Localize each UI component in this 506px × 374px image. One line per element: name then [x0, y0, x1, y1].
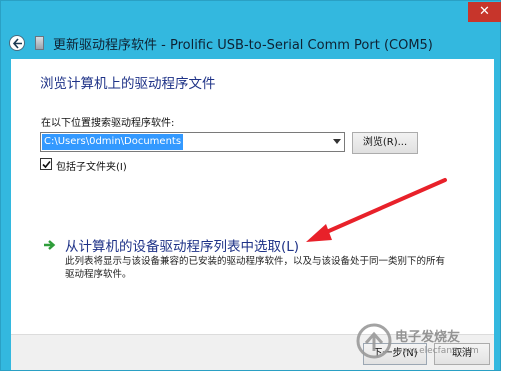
back-arrow-icon	[12, 38, 22, 49]
usb-drive-icon	[35, 36, 44, 50]
wizard-content: 浏览计算机上的驱动程序文件 在以下位置搜索驱动程序软件: C:\Users\0d…	[11, 59, 494, 334]
green-arrow-icon	[44, 240, 56, 250]
chevron-down-icon[interactable]	[333, 139, 341, 144]
watermark-url: www.elecfans.com	[395, 346, 479, 356]
close-button[interactable]: ✕	[468, 2, 501, 22]
watermark-logo-icon	[356, 323, 392, 359]
window-title: 更新驱动程序软件 - Prolific USB-to-Serial Comm P…	[53, 38, 433, 53]
include-subfolders-label[interactable]: 包括子文件夹(I)	[56, 158, 127, 173]
watermark-text: 电子发烧友	[395, 330, 461, 345]
include-subfolders-checkbox[interactable]	[40, 158, 52, 170]
watermark: 电子发烧友 www.elecfans.com	[353, 318, 495, 364]
title-bar: 更新驱动程序软件 - Prolific USB-to-Serial Comm P…	[1, 23, 502, 59]
update-driver-window: ✕ 更新驱动程序软件 - Prolific USB-to-Serial Comm…	[0, 0, 501, 371]
pick-from-list-description: 此列表将显示与该设备兼容的已安装的驱动程序软件，以及与该设备处于同一类别下的所有…	[65, 256, 446, 280]
back-button[interactable]	[9, 35, 25, 51]
path-input-value[interactable]: C:\Users\0dmin\Documents	[42, 134, 184, 150]
pick-from-list-link[interactable]: 从计算机的设备驱动程序列表中选取(L)	[65, 235, 299, 255]
search-location-label: 在以下位置搜索驱动程序软件:	[41, 118, 175, 129]
checkmark-icon	[42, 160, 51, 169]
path-combobox[interactable]: C:\Users\0dmin\Documents	[40, 132, 345, 152]
browse-button[interactable]: 浏览(R)...	[352, 132, 418, 154]
page-heading: 浏览计算机上的驱动程序文件	[40, 76, 216, 92]
